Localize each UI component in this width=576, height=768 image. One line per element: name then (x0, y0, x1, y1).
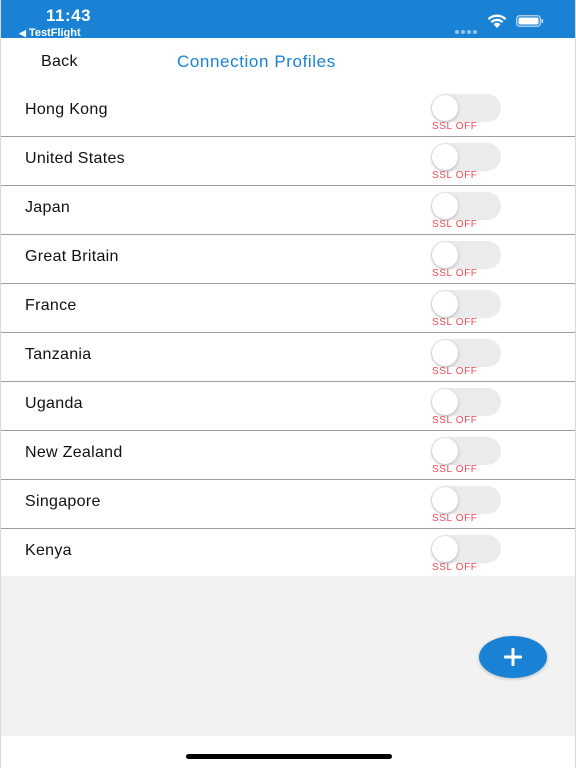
profile-name: Hong Kong (25, 101, 108, 118)
profile-name: New Zealand (25, 444, 123, 461)
profile-row[interactable]: Kenya SSL OFF (1, 529, 575, 578)
profile-row[interactable]: United States SSL OFF (1, 137, 575, 186)
toggle-knob (432, 291, 458, 317)
app-frame: 11:43 ◀ TestFlight Back Connection Profil… (0, 0, 576, 768)
ssl-status-label: SSL OFF (432, 170, 478, 181)
profile-name: Japan (25, 199, 71, 216)
ssl-status-label: SSL OFF (432, 121, 478, 132)
ssl-toggle[interactable] (431, 486, 501, 514)
ssl-status-label: SSL OFF (432, 317, 478, 328)
ssl-toggle[interactable] (431, 94, 501, 122)
profile-name: Singapore (25, 493, 101, 510)
ssl-toggle[interactable] (431, 241, 501, 269)
ssl-status-label: SSL OFF (432, 562, 478, 573)
ssl-toggle[interactable] (431, 290, 501, 318)
battery-icon (516, 15, 544, 27)
toggle-knob (432, 536, 458, 562)
add-profile-button[interactable] (479, 636, 547, 678)
ssl-toggle[interactable] (431, 192, 501, 220)
page-title: Connection Profiles (177, 52, 336, 71)
wifi-icon (487, 14, 507, 28)
profile-row[interactable]: New Zealand SSL OFF (1, 431, 575, 480)
toggle-knob (432, 389, 458, 415)
status-bar: 11:43 ◀ TestFlight (1, 0, 575, 39)
ssl-status-label: SSL OFF (432, 268, 478, 279)
ssl-status-label: SSL OFF (432, 464, 478, 475)
profile-name: United States (25, 150, 125, 167)
ssl-status-label: SSL OFF (432, 415, 478, 426)
ssl-toggle[interactable] (431, 388, 501, 416)
cellular-signal-icon (455, 21, 483, 34)
toggle-knob (432, 242, 458, 268)
ssl-toggle[interactable] (431, 339, 501, 367)
profile-row[interactable]: France SSL OFF (1, 284, 575, 333)
toggle-knob (432, 144, 458, 170)
plus-icon (504, 648, 522, 666)
back-button[interactable]: Back (41, 53, 78, 71)
profile-row[interactable]: Singapore SSL OFF (1, 480, 575, 529)
profile-name: Kenya (25, 542, 72, 559)
profile-row[interactable]: Great Britain SSL OFF (1, 235, 575, 284)
home-indicator[interactable] (186, 754, 392, 759)
ssl-status-label: SSL OFF (432, 366, 478, 377)
profile-name: Uganda (25, 395, 83, 412)
ssl-toggle[interactable] (431, 143, 501, 171)
profile-row[interactable]: Tanzania SSL OFF (1, 333, 575, 382)
toggle-knob (432, 95, 458, 121)
profile-name: France (25, 297, 77, 314)
navigation-bar: Back Connection Profiles (1, 38, 575, 89)
profile-list: Hong Kong SSL OFF United States SSL OFF … (1, 88, 575, 578)
profile-name: Great Britain (25, 248, 119, 265)
toggle-knob (432, 438, 458, 464)
profile-row[interactable]: Hong Kong SSL OFF (1, 88, 575, 137)
ssl-status-label: SSL OFF (432, 513, 478, 524)
ssl-toggle[interactable] (431, 437, 501, 465)
toggle-knob (432, 193, 458, 219)
toggle-knob (432, 340, 458, 366)
back-arrow-icon: ◀ (19, 28, 26, 38)
profile-row[interactable]: Uganda SSL OFF (1, 382, 575, 431)
profile-name: Tanzania (25, 346, 92, 363)
toggle-knob (432, 487, 458, 513)
ssl-toggle[interactable] (431, 535, 501, 563)
profile-row[interactable]: Japan SSL OFF (1, 186, 575, 235)
status-time: 11:43 (46, 6, 92, 25)
ssl-status-label: SSL OFF (432, 219, 478, 230)
